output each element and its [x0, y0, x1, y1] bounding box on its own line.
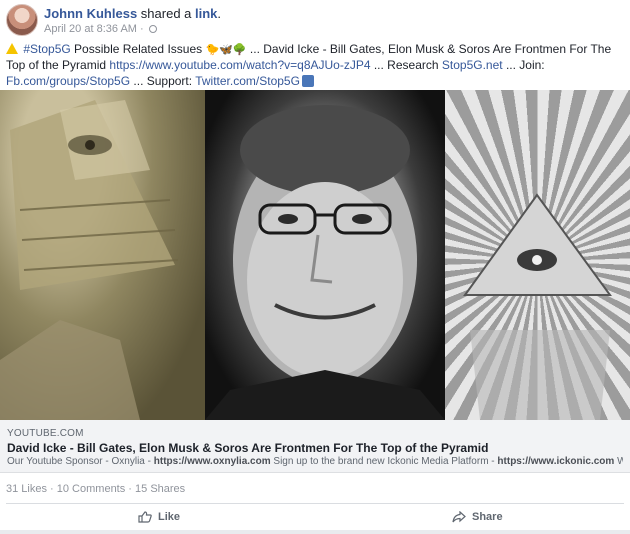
engagement-counts: 31 Likes · 10 Comments · 15 Shares [6, 483, 185, 495]
desc-part-1: Our Youtube Sponsor - Oxnylia - [7, 456, 154, 467]
action-bar: Like Share [0, 505, 630, 529]
like-icon [138, 511, 152, 523]
thumbs-up-icon [301, 75, 314, 87]
shared-prefix: shared a [137, 6, 196, 21]
counts-separator: · [46, 483, 57, 495]
post-text-4: ... Join: [502, 58, 545, 72]
link-domain: YOUTUBE.COM [7, 428, 84, 439]
desc-part-3: World Tour Tick... [617, 456, 623, 467]
support-link[interactable]: Twitter.com/Stop5G [195, 74, 300, 88]
like-button[interactable]: Like [138, 505, 180, 529]
image-artwork [0, 100, 612, 420]
author-name[interactable]: Johnn Kuhless [44, 6, 137, 21]
timestamp-line: April 20 at 8:36 AM · [44, 22, 221, 36]
feed-post: Johnn Kuhless shared a link. April 20 at… [0, 0, 630, 534]
research-link[interactable]: Stop5G.net [442, 58, 503, 72]
likes-count[interactable]: 31 Likes [6, 483, 47, 495]
desc-part-2: Sign up to the brand new Ickonic Media P… [270, 456, 498, 467]
warning-icon [6, 43, 18, 54]
share-icon [452, 511, 466, 523]
share-label: Share [472, 511, 503, 523]
timestamp[interactable]: April 20 at 8:36 AM [44, 23, 137, 35]
post-text-5: ... Support: [130, 74, 196, 88]
hashtag-link[interactable]: #Stop5G [23, 42, 70, 56]
avatar[interactable] [6, 4, 38, 36]
action-divider [6, 503, 624, 504]
like-label: Like [158, 511, 181, 523]
link-preview-card[interactable]: YOUTUBE.COM David Icke - Bill Gates, Elo… [0, 420, 630, 473]
desc-link-1: https://www.oxnylia.com [153, 456, 271, 467]
globe-icon [148, 25, 157, 33]
link-description: Our Youtube Sponsor - Oxnylia - https://… [7, 456, 623, 467]
bottom-bar [0, 530, 630, 534]
post-header: Johnn Kuhless shared a link. April 20 at… [6, 4, 626, 40]
emoji-group: 🐤🦋🌳 [205, 44, 247, 56]
counts-separator: · [125, 483, 136, 495]
post-text: #Stop5G Possible Related Issues 🐤🦋🌳 ... … [6, 41, 624, 89]
desc-link-2: https://www.ickonic.com [497, 456, 615, 467]
share-button[interactable]: Share [452, 505, 503, 529]
link-preview-image[interactable] [0, 90, 630, 420]
shares-count[interactable]: 15 Shares [135, 483, 185, 495]
comments-count[interactable]: 10 Comments [57, 483, 125, 495]
join-link[interactable]: Fb.com/groups/Stop5G [6, 74, 130, 88]
shared-suffix: . [217, 6, 222, 21]
post-text-3: ... Research [370, 58, 442, 72]
header-line: Johnn Kuhless shared a link. [44, 6, 221, 22]
shared-object-link[interactable]: link [195, 6, 217, 21]
link-title[interactable]: David Icke - Bill Gates, Elon Musk & Sor… [7, 441, 488, 455]
timestamp-separator: · [136, 23, 147, 35]
header-text: Johnn Kuhless shared a link. April 20 at… [44, 6, 221, 36]
youtube-link[interactable]: https://www.youtube.com/watch?v=q8AJUo-z… [109, 58, 370, 72]
post-text-1: Possible Related Issues [70, 42, 206, 56]
